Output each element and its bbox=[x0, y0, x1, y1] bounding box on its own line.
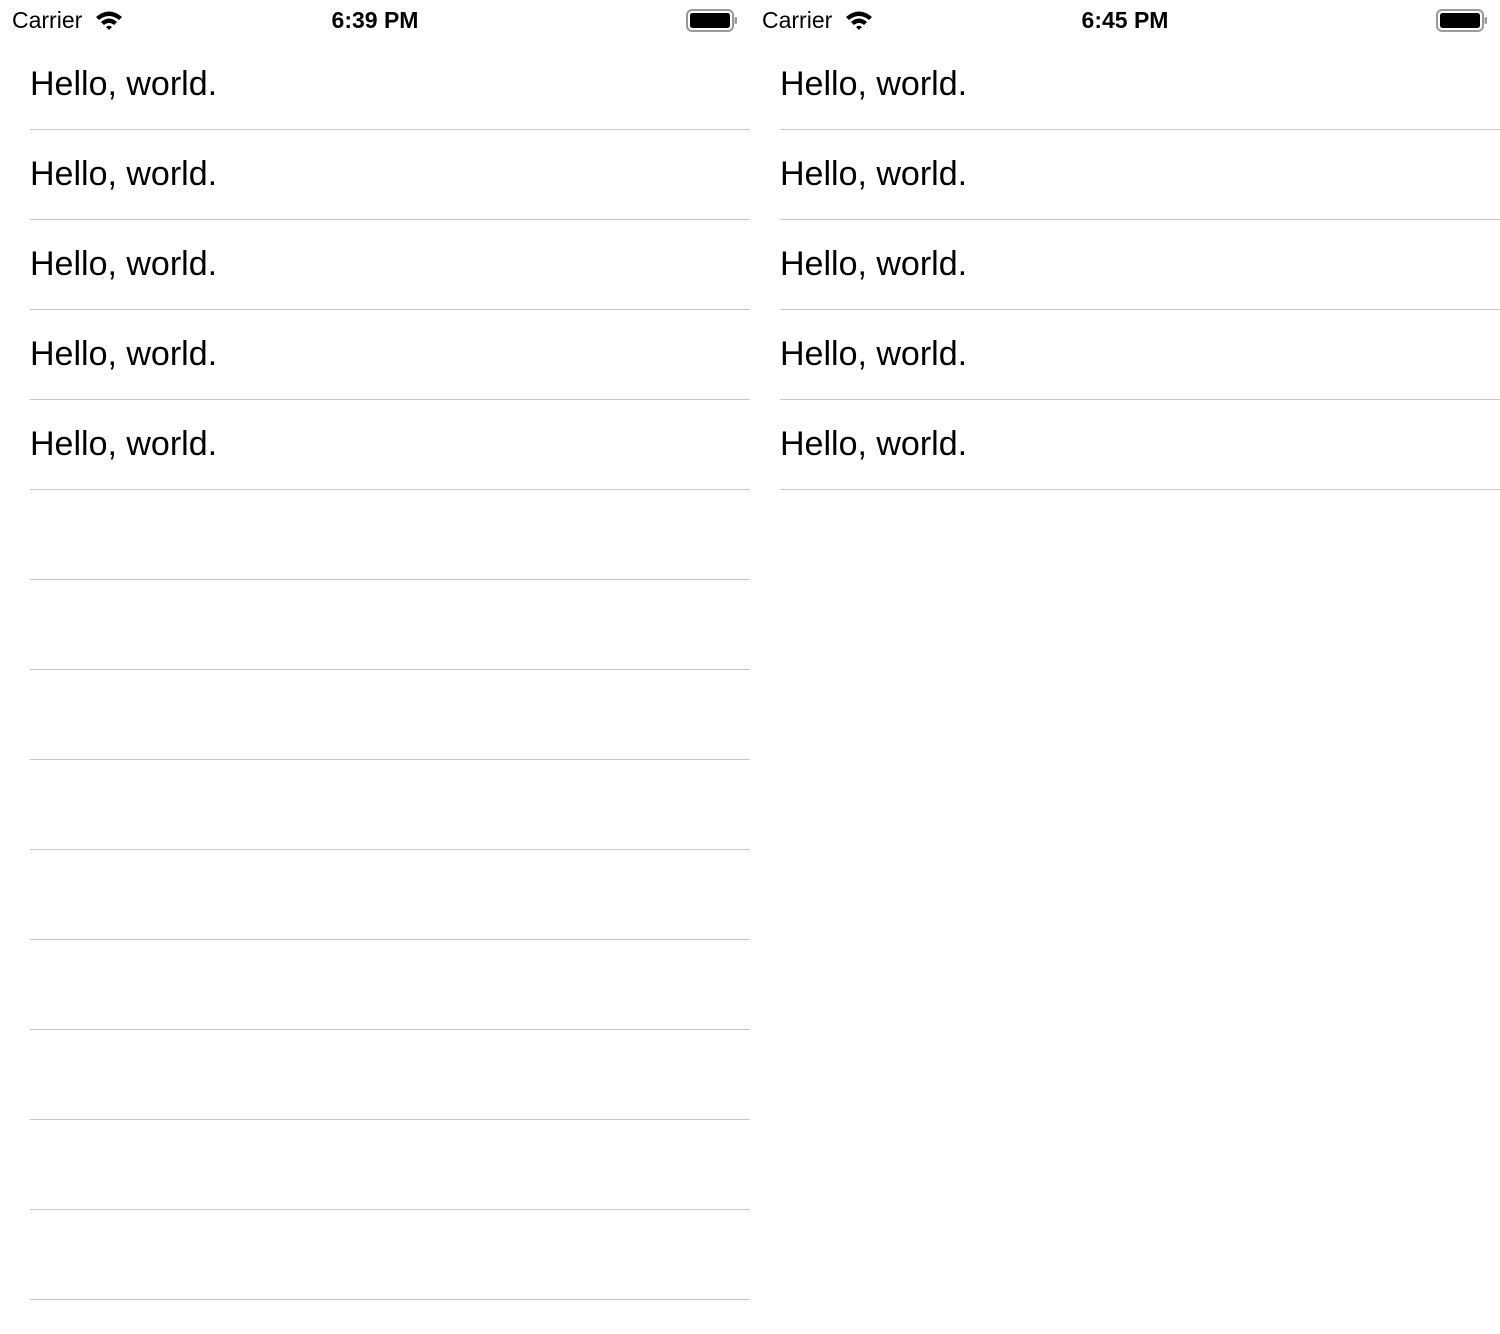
status-bar: Carrier 6:45 PM bbox=[750, 0, 1500, 40]
screen-left: Carrier 6:39 PM Hello, world. Hello, wor… bbox=[0, 0, 750, 1334]
row-label: Hello, world. bbox=[30, 335, 218, 373]
table-row[interactable]: Hello, world. bbox=[750, 40, 1500, 130]
table-row-empty bbox=[0, 1120, 750, 1210]
row-separator bbox=[30, 1299, 750, 1300]
table-row[interactable]: Hello, world. bbox=[0, 40, 750, 130]
table-row[interactable]: Hello, world. bbox=[750, 220, 1500, 310]
status-bar: Carrier 6:39 PM bbox=[0, 0, 750, 40]
table-row[interactable]: Hello, world. bbox=[0, 220, 750, 310]
table-row-empty bbox=[0, 580, 750, 670]
status-time: 6:39 PM bbox=[331, 7, 419, 33]
row-separator bbox=[780, 489, 1500, 490]
table-view[interactable]: Hello, world. Hello, world. Hello, world… bbox=[0, 40, 750, 1300]
table-row[interactable]: Hello, world. bbox=[0, 130, 750, 220]
row-label: Hello, world. bbox=[780, 155, 968, 193]
row-label: Hello, world. bbox=[30, 65, 218, 103]
table-row-empty bbox=[0, 1030, 750, 1120]
status-time: 6:45 PM bbox=[1081, 7, 1169, 33]
battery-full-icon bbox=[686, 9, 738, 32]
row-label: Hello, world. bbox=[30, 425, 218, 463]
table-row[interactable]: Hello, world. bbox=[750, 400, 1500, 490]
table-row-empty bbox=[0, 670, 750, 760]
table-row[interactable]: Hello, world. bbox=[0, 400, 750, 490]
battery-full-icon bbox=[1436, 9, 1488, 32]
table-row-empty bbox=[0, 850, 750, 940]
row-label: Hello, world. bbox=[780, 245, 968, 283]
table-row-empty bbox=[0, 1210, 750, 1300]
row-label: Hello, world. bbox=[780, 425, 968, 463]
row-label: Hello, world. bbox=[30, 155, 218, 193]
row-label: Hello, world. bbox=[30, 245, 218, 283]
table-view[interactable]: Hello, world. Hello, world. Hello, world… bbox=[750, 40, 1500, 490]
table-row[interactable]: Hello, world. bbox=[750, 130, 1500, 220]
table-row-empty bbox=[0, 760, 750, 850]
row-label: Hello, world. bbox=[780, 65, 968, 103]
screen-right: Carrier 6:45 PM Hello, world. Hello, wor… bbox=[750, 0, 1500, 1334]
table-row-empty bbox=[0, 490, 750, 580]
table-row-empty bbox=[0, 940, 750, 1030]
row-label: Hello, world. bbox=[780, 335, 968, 373]
table-row[interactable]: Hello, world. bbox=[0, 310, 750, 400]
table-row[interactable]: Hello, world. bbox=[750, 310, 1500, 400]
